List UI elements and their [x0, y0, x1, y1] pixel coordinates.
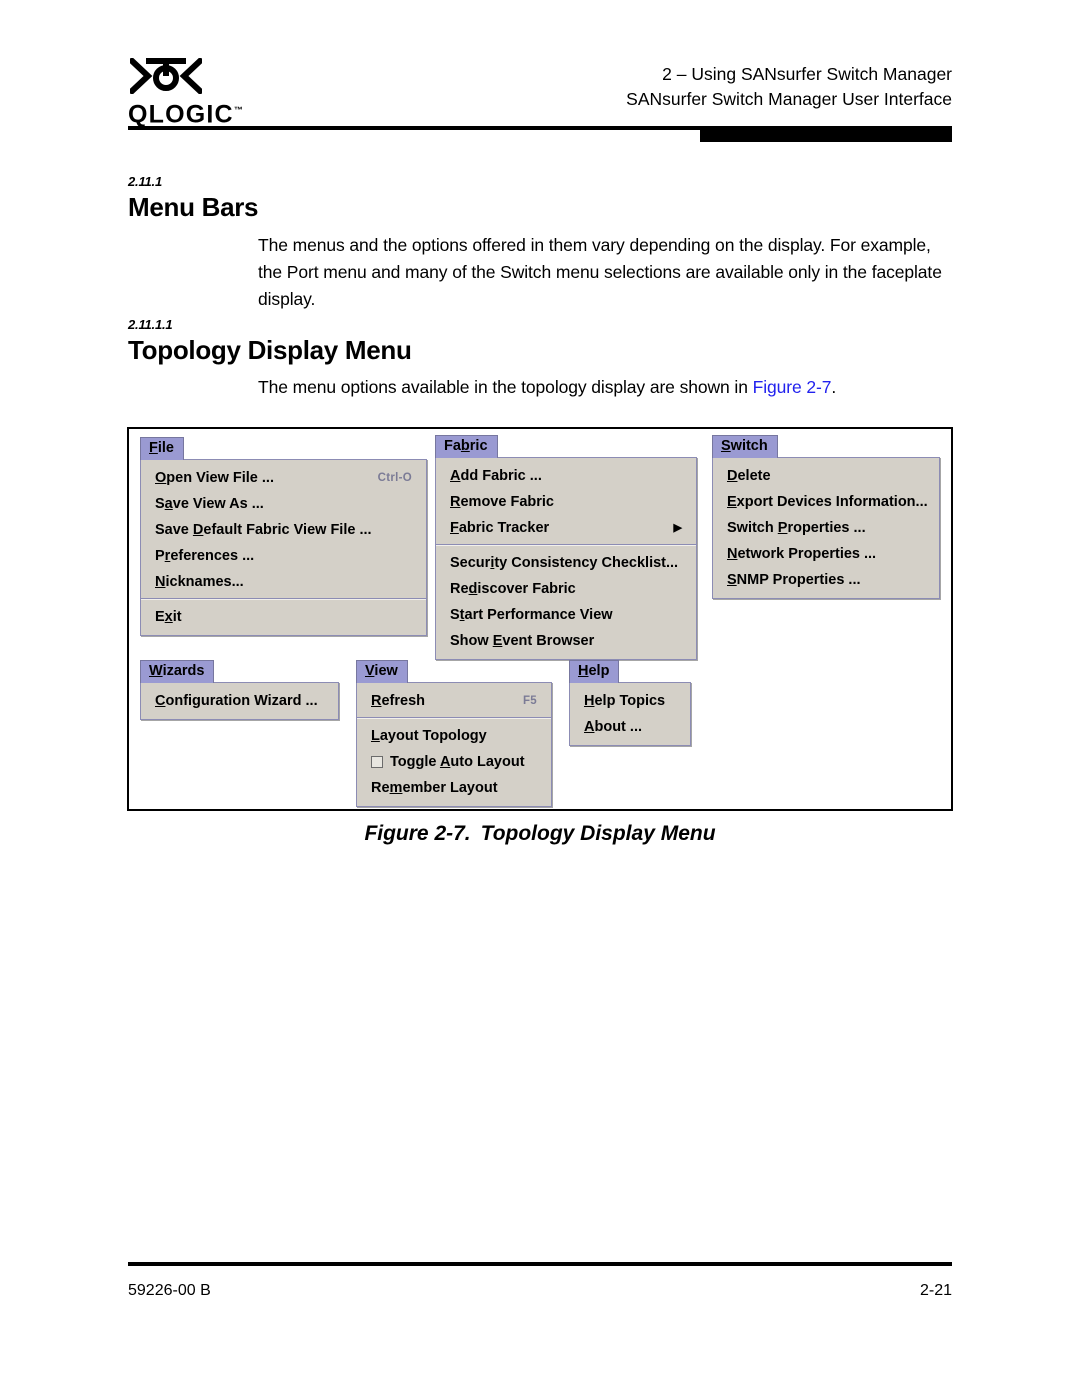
menu-item-rediscover-fabric[interactable]: Rediscover Fabric [436, 576, 696, 602]
menu-separator [141, 598, 426, 600]
figure-caption-number: Figure 2-7. [364, 822, 471, 845]
menu-item-configuration-wizard[interactable]: Configuration Wizard ... [141, 688, 338, 714]
section-heading-menu-bars: Menu Bars [128, 192, 259, 222]
menu-item-save-view-as[interactable]: Save View As ... [141, 491, 426, 517]
menu-panel-fabric: Add Fabric ... Remove Fabric Fabric Trac… [435, 457, 697, 660]
menu-item-delete[interactable]: Delete [713, 463, 939, 489]
menu-item-layout-topology[interactable]: Layout Topology [357, 723, 551, 749]
menu-item-save-default-fabric-view-file[interactable]: Save Default Fabric View File ... [141, 517, 426, 543]
submenu-arrow-icon: ▶ [673, 521, 682, 534]
menu-item-start-performance-view[interactable]: Start Performance View [436, 602, 696, 628]
menu-title-wizards[interactable]: Wizards [140, 660, 215, 683]
menu-item-snmp-properties[interactable]: SNMP Properties ... [713, 567, 939, 593]
header-black-bar [700, 126, 952, 142]
menu-item-refresh[interactable]: Refresh F5 [357, 688, 551, 714]
menu-item-switch-properties[interactable]: Switch Properties ... [713, 515, 939, 541]
menu-switch: Switch Delete Export Devices Information… [712, 435, 940, 600]
figure-container: File Open View File ... Ctrl-O Save View … [127, 427, 953, 811]
figure-cross-reference-link[interactable]: Figure 2-7 [753, 377, 832, 397]
menu-panel-file: Open View File ... Ctrl-O Save View As ..… [140, 459, 427, 636]
menu-item-show-event-browser[interactable]: Show Event Browser [436, 628, 696, 654]
figure-caption-title: Topology Display Menu [480, 822, 716, 845]
menu-item-add-fabric[interactable]: Add Fabric ... [436, 463, 696, 489]
menu-panel-switch: Delete Export Devices Information... Swi… [712, 457, 940, 599]
menu-item-open-view-file[interactable]: Open View File ... Ctrl-O [141, 465, 426, 491]
menu-item-help-topics[interactable]: Help Topics [570, 688, 690, 714]
accelerator-f5: F5 [522, 695, 537, 707]
menu-title-fabric[interactable]: Fabric [435, 435, 498, 458]
footer-page-number: 2-21 [919, 1282, 952, 1299]
section-number-2111: 2.11.1 [128, 174, 162, 189]
running-header-chapter: 2 – Using SANsurfer Switch Manager [662, 64, 952, 84]
menu-item-exit[interactable]: Exit [141, 604, 426, 630]
menu-file: File Open View File ... Ctrl-O Save View … [140, 437, 427, 637]
qlogic-logo: QLOGIC™ [128, 58, 308, 128]
section-number-21111: 2.11.1.1 [128, 317, 173, 332]
qlogic-logo-mark [130, 58, 202, 94]
running-header-section: SANsurfer Switch Manager User Interface [626, 89, 952, 109]
menu-item-preferences[interactable]: Preferences ... [141, 543, 426, 569]
section-body-menu-bars: The menus and the options offered in the… [258, 235, 942, 309]
menu-item-network-properties[interactable]: Network Properties ... [713, 541, 939, 567]
body-text-before-xref: The menu options available in the topolo… [258, 377, 753, 397]
menu-separator [357, 717, 551, 719]
menu-panel-wizards: Configuration Wizard ... [140, 682, 339, 720]
menu-title-switch[interactable]: Switch [712, 435, 778, 458]
running-header: 2 – Using SANsurfer Switch Manager SANsu… [392, 62, 952, 112]
menu-item-export-devices-information[interactable]: Export Devices Information... [713, 489, 939, 515]
section-heading-topology-display-menu: Topology Display Menu [128, 335, 412, 365]
menu-panel-help: Help Topics About ... [569, 682, 691, 746]
menu-item-remove-fabric[interactable]: Remove Fabric [436, 489, 696, 515]
menu-title-file[interactable]: File [140, 437, 184, 460]
menu-item-remember-layout[interactable]: Remember Layout [357, 775, 551, 801]
menu-panel-view: Refresh F5 Layout Topology Toggle Auto La… [356, 682, 552, 807]
page-header: QLOGIC™ 2 – Using SANsurfer Switch Manag… [0, 0, 1080, 150]
menu-item-about[interactable]: About ... [570, 714, 690, 740]
footer-document-number: 59226-00 B [128, 1282, 211, 1299]
trademark-symbol: ™ [233, 105, 243, 115]
accelerator-ctrl-o: Ctrl-O [377, 472, 412, 484]
menu-item-nicknames[interactable]: Nicknames... [141, 569, 426, 595]
menu-item-fabric-tracker[interactable]: Fabric Tracker ▶ [436, 515, 696, 541]
checkbox-icon[interactable] [371, 756, 383, 768]
menu-separator [436, 544, 696, 546]
menu-item-toggle-auto-layout[interactable]: Toggle Auto Layout [357, 749, 551, 775]
menu-view: View Refresh F5 Layout Topology Toggle Au… [356, 660, 552, 808]
menu-wizards: Wizards Configuration Wizard ... [140, 660, 339, 721]
menu-help: Help Help Topics About ... [569, 660, 691, 747]
footer-rule [128, 1262, 952, 1266]
figure-caption: Figure 2-7. Topology Display Menu [0, 822, 1080, 846]
menu-item-security-consistency-checklist[interactable]: Security Consistency Checklist... [436, 550, 696, 576]
menu-fabric: Fabric Add Fabric ... Remove Fabric Fabr… [435, 435, 697, 661]
qlogic-wordmark: QLOGIC™ [128, 100, 243, 129]
section-body-topology-display-menu: The menu options available in the topolo… [258, 374, 958, 401]
body-text-after-xref: . [831, 377, 837, 397]
menu-title-help[interactable]: Help [569, 660, 620, 683]
menu-title-view[interactable]: View [356, 660, 408, 683]
